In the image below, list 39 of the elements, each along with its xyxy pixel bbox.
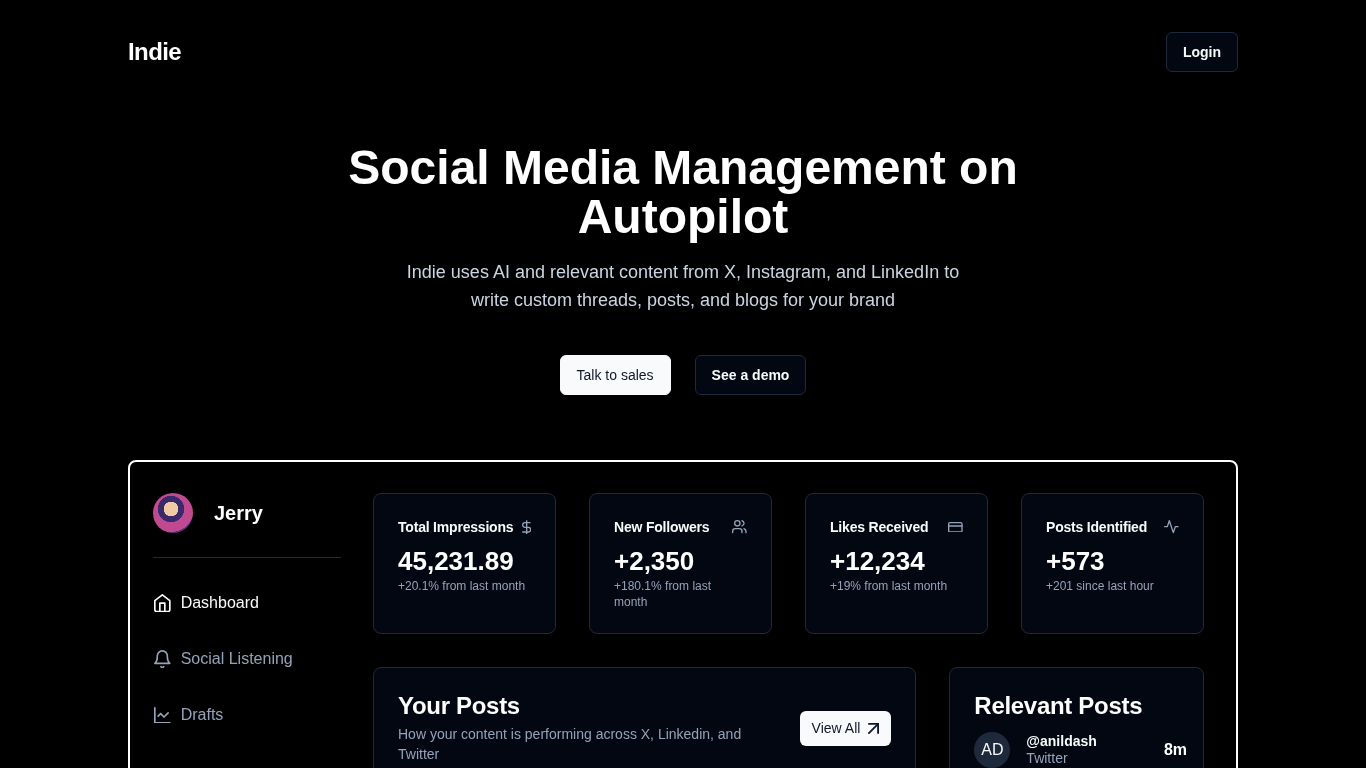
stat-change: +180.1% from last month [614,578,713,610]
login-button[interactable]: Login [1165,32,1238,72]
avatar-image [153,493,193,533]
arrow-up-right-icon [868,722,880,734]
stat-change: +201 since last hour [1046,578,1155,594]
stat-value: 45,231.89 [398,545,515,577]
stat-title: Total Impressions [398,519,514,535]
dollar-icon [522,519,531,535]
hero-subtitle: Indie uses AI and relevant content from X, Instagram, and LinkedIn to write custom threads, posts, and blogs for your brand [405,261,961,312]
stat-title: New Followers [614,519,710,535]
post-time: 8m [1163,741,1187,759]
card-title: Your Posts [398,692,521,720]
stat-change: +20.1% from last month [398,578,527,594]
nav-item[interactable]: Dashboard [153,583,259,623]
bell-icon [154,649,171,669]
author-handle[interactable]: @anildash [1026,732,1097,750]
sales-button[interactable]: Talk to sales [559,355,671,395]
demo-button[interactable]: See a demo [694,355,807,395]
stat-value: +12,234 [830,545,926,577]
line-chart-icon [154,706,171,724]
user-name: Jerry [214,501,263,525]
stat-value: +573 [1046,545,1106,577]
initials-avatar: AD [974,732,1011,768]
post-source: Twitter [1026,750,1068,766]
users-icon [732,520,747,534]
stat-change: +19% from last month [830,578,949,594]
brand-logo[interactable]: Indie [128,38,181,66]
nav-item[interactable]: Social Listening [153,639,293,679]
view-all-button[interactable]: View All [799,710,892,746]
card-title: Relevant Posts [974,692,1144,720]
stat-title: Posts Identified [1046,519,1148,535]
home-icon [154,593,171,613]
credit-card-icon [948,521,963,533]
stat-title: Likes Received [830,519,929,535]
nav-item[interactable]: Drafts [153,695,224,735]
card-description: How your content is performing across X, Linkedin, and Twitter [398,725,743,764]
pulse-icon [1164,520,1179,534]
stat-value: +2,350 [614,545,696,577]
hero-title: Social Media Management on Autopilot [347,143,1019,241]
